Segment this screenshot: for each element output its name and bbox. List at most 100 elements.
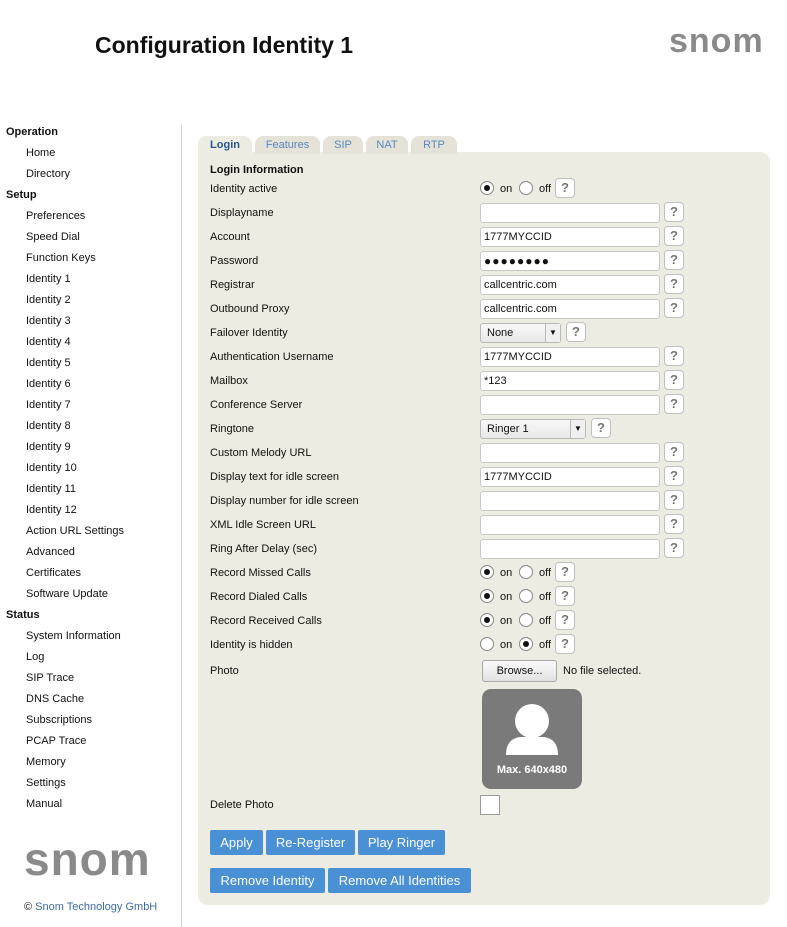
display-text-idle-input[interactable]: 1777MYCCID [480,467,660,487]
copyright: © Snom Technology GmbH [24,901,157,913]
radio-identity-active-off[interactable] [519,181,533,195]
help-icon[interactable]: ? [566,322,586,342]
password-input[interactable]: ●●●●●●●● [480,251,660,271]
label-displayname: Displayname [210,207,274,219]
tab-login[interactable]: Login [198,136,252,154]
mailbox-input[interactable]: *123 [480,371,660,391]
nav-item-identity-7[interactable]: Identity 7 [26,399,71,411]
help-icon[interactable]: ? [555,586,575,606]
nav-item-identity-2[interactable]: Identity 2 [26,294,71,306]
copyright-link[interactable]: Snom Technology GmbH [35,901,157,913]
photo-max-size: Max. 640x480 [496,764,568,776]
account-input[interactable]: 1777MYCCID [480,227,660,247]
label-conference-server: Conference Server [210,399,303,411]
nav-item-manual[interactable]: Manual [26,798,62,810]
nav-section-status: Status [6,609,40,621]
failover-identity-select[interactable]: None ▼ [480,323,561,343]
nav-item-identity-9[interactable]: Identity 9 [26,441,71,453]
browse-button[interactable]: Browse... [482,660,557,682]
nav-item-advanced[interactable]: Advanced [26,546,75,558]
help-icon[interactable]: ? [664,514,684,534]
nav-item-identity-6[interactable]: Identity 6 [26,378,71,390]
no-file-text: No file selected. [563,665,642,677]
radio-record-received-off[interactable] [519,613,533,627]
nav-item-identity-5[interactable]: Identity 5 [26,357,71,369]
nav-item-preferences[interactable]: Preferences [26,210,85,222]
nav-item-certificates[interactable]: Certificates [26,567,81,579]
help-icon[interactable]: ? [555,562,575,582]
radio-identity-hidden-off[interactable] [519,637,533,651]
auth-username-input[interactable]: 1777MYCCID [480,347,660,367]
nav-item-identity-3[interactable]: Identity 3 [26,315,71,327]
custom-melody-url-input[interactable] [480,443,660,463]
nav-item-action-url-settings[interactable]: Action URL Settings [26,525,124,537]
help-icon[interactable]: ? [555,610,575,630]
help-icon[interactable]: ? [664,490,684,510]
radio-record-dialed-off[interactable] [519,589,533,603]
radio-identity-active-on[interactable] [480,181,494,195]
help-icon[interactable]: ? [664,370,684,390]
nav-item-identity-11[interactable]: Identity 11 [26,483,76,495]
help-icon[interactable]: ? [664,346,684,366]
nav-item-system-information[interactable]: System Information [26,630,121,642]
remove-identity-button[interactable]: Remove Identity [210,868,325,893]
play-ringer-button[interactable]: Play Ringer [358,830,445,855]
help-icon[interactable]: ? [664,226,684,246]
nav-item-identity-10[interactable]: Identity 10 [26,462,77,474]
nav-item-identity-1[interactable]: Identity 1 [26,273,71,285]
nav-item-directory[interactable]: Directory [26,168,70,180]
help-icon[interactable]: ? [664,202,684,222]
nav-item-speed-dial[interactable]: Speed Dial [26,231,80,243]
tab-rtp[interactable]: RTP [411,136,457,154]
xml-idle-url-input[interactable] [480,515,660,535]
help-icon[interactable]: ? [664,298,684,318]
tab-sip[interactable]: SIP [323,136,363,154]
nav-item-subscriptions[interactable]: Subscriptions [26,714,92,726]
help-icon[interactable]: ? [591,418,611,438]
radio-on-label: on [500,567,513,579]
nav-item-identity-4[interactable]: Identity 4 [26,336,71,348]
nav-item-identity-12[interactable]: Identity 12 [26,504,77,516]
nav-item-pcap-trace[interactable]: PCAP Trace [26,735,86,747]
displayname-input[interactable] [480,203,660,223]
page-title: Configuration Identity 1 [95,32,354,58]
radio-record-dialed-on[interactable] [480,589,494,603]
tab-nat[interactable]: NAT [366,136,408,154]
nav-item-identity-8[interactable]: Identity 8 [26,420,71,432]
help-icon[interactable]: ? [664,274,684,294]
display-number-idle-input[interactable] [480,491,660,511]
nav-item-settings[interactable]: Settings [26,777,66,789]
ringtone-select[interactable]: Ringer 1 ▼ [480,419,586,439]
apply-button[interactable]: Apply [210,830,263,855]
radio-identity-hidden-on[interactable] [480,637,494,651]
tab-features[interactable]: Features [255,136,320,154]
help-icon[interactable]: ? [664,538,684,558]
delete-photo-checkbox[interactable] [480,795,500,815]
nav-item-log[interactable]: Log [26,651,44,663]
nav-item-software-update[interactable]: Software Update [26,588,108,600]
radio-record-received-on[interactable] [480,613,494,627]
radio-off-label: off [539,183,552,195]
nav-item-sip-trace[interactable]: SIP Trace [26,672,74,684]
reregister-button[interactable]: Re-Register [266,830,355,855]
nav-item-home[interactable]: Home [26,147,55,159]
help-icon[interactable]: ? [664,466,684,486]
label-identity-hidden: Identity is hidden [210,639,293,651]
nav-item-function-keys[interactable]: Function Keys [26,252,96,264]
conference-server-input[interactable] [480,395,660,415]
nav-item-memory[interactable]: Memory [26,756,66,768]
radio-record-missed-off[interactable] [519,565,533,579]
ring-after-delay-input[interactable] [480,539,660,559]
remove-all-identities-button[interactable]: Remove All Identities [328,868,471,893]
registrar-input[interactable]: callcentric.com [480,275,660,295]
help-icon[interactable]: ? [664,394,684,414]
outbound-proxy-input[interactable]: callcentric.com [480,299,660,319]
nav-item-dns-cache[interactable]: DNS Cache [26,693,84,705]
help-icon[interactable]: ? [555,634,575,654]
help-icon[interactable]: ? [664,250,684,270]
help-icon[interactable]: ? [555,178,575,198]
label-auth-username: Authentication Username [210,351,334,363]
radio-on-label: on [500,639,513,651]
radio-record-missed-on[interactable] [480,565,494,579]
help-icon[interactable]: ? [664,442,684,462]
